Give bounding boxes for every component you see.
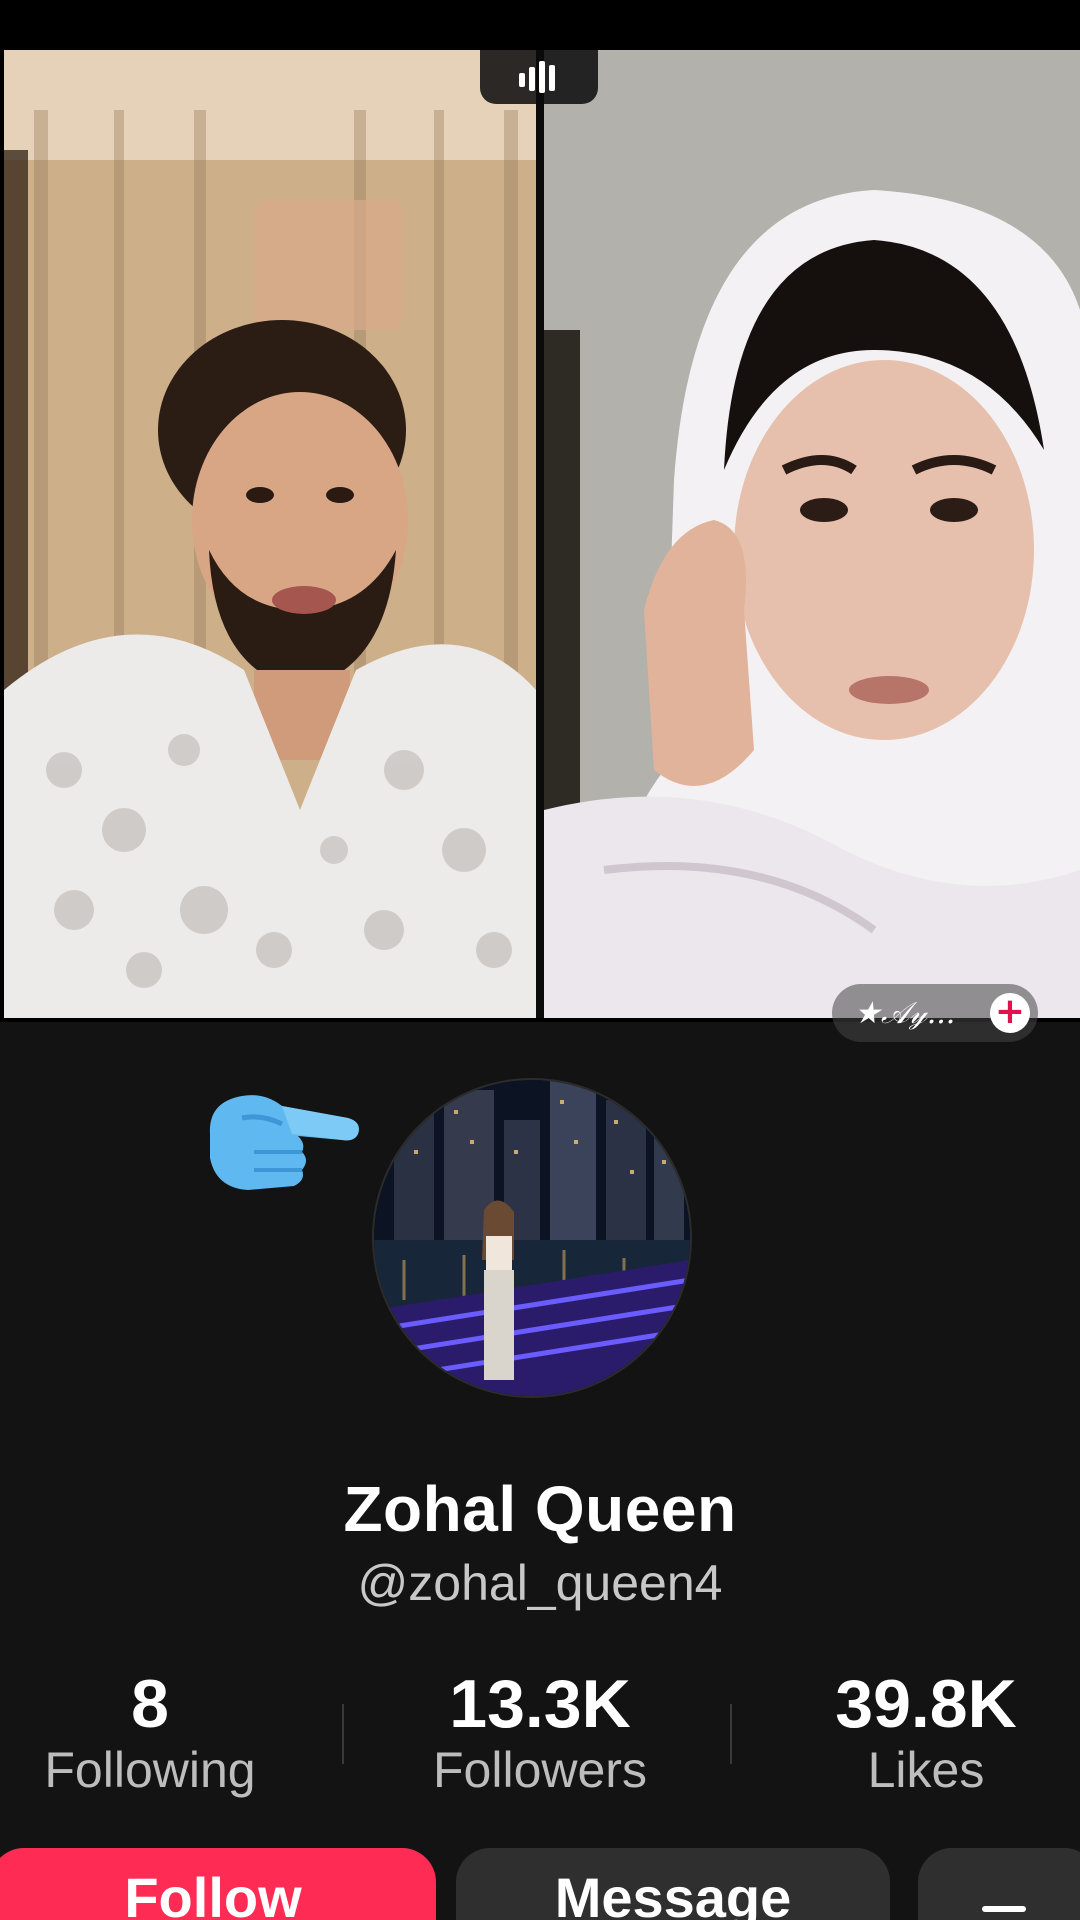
followers-label: Followers <box>433 1742 647 1798</box>
stat-divider <box>730 1704 732 1764</box>
guest-video-frame <box>544 50 1080 1018</box>
following-label: Following <box>44 1742 256 1798</box>
stat-likes[interactable]: 39.8K Likes <box>776 1668 1076 1802</box>
stat-following[interactable]: 8 Following <box>0 1668 300 1802</box>
followers-count: 13.3K <box>449 1666 631 1742</box>
likes-label: Likes <box>867 1742 985 1798</box>
following-count: 8 <box>131 1666 169 1742</box>
guest-name: ★𝒜𝓎... <box>854 995 956 1031</box>
pointing-hand-emoji <box>202 1078 362 1198</box>
stat-divider <box>342 1704 344 1764</box>
live-video-area[interactable]: ★𝒜𝓎... + <box>0 50 1080 1042</box>
display-name: Zohal Queen <box>343 1473 737 1545</box>
more-options-button[interactable] <box>918 1848 1080 1920</box>
chevron-down-icon <box>982 1906 1026 1912</box>
host-video-frame <box>4 50 536 1018</box>
guest-name-tag[interactable]: ★𝒜𝓎... + <box>832 984 1038 1042</box>
profile-screen: ★𝒜𝓎... + Zohal Queen @zohal_queen4 8 Fol… <box>0 0 1080 1920</box>
follow-button[interactable]: Follow <box>0 1848 436 1920</box>
username: @zohal_queen4 <box>357 1555 723 1611</box>
likes-count: 39.8K <box>835 1666 1017 1742</box>
stat-followers[interactable]: 13.3K Followers <box>390 1668 690 1802</box>
top-band <box>0 0 1080 50</box>
video-divider <box>536 50 544 1018</box>
audio-indicator[interactable] <box>480 50 598 104</box>
plus-icon[interactable]: + <box>990 993 1030 1033</box>
host-video[interactable] <box>4 50 536 1018</box>
profile-avatar[interactable] <box>372 1078 692 1398</box>
message-button[interactable]: Message <box>456 1848 890 1920</box>
avatar-photo <box>374 1080 690 1396</box>
guest-video[interactable] <box>544 50 1080 1018</box>
pointing-hand-icon <box>209 1095 359 1190</box>
audio-level-icon <box>519 61 555 93</box>
